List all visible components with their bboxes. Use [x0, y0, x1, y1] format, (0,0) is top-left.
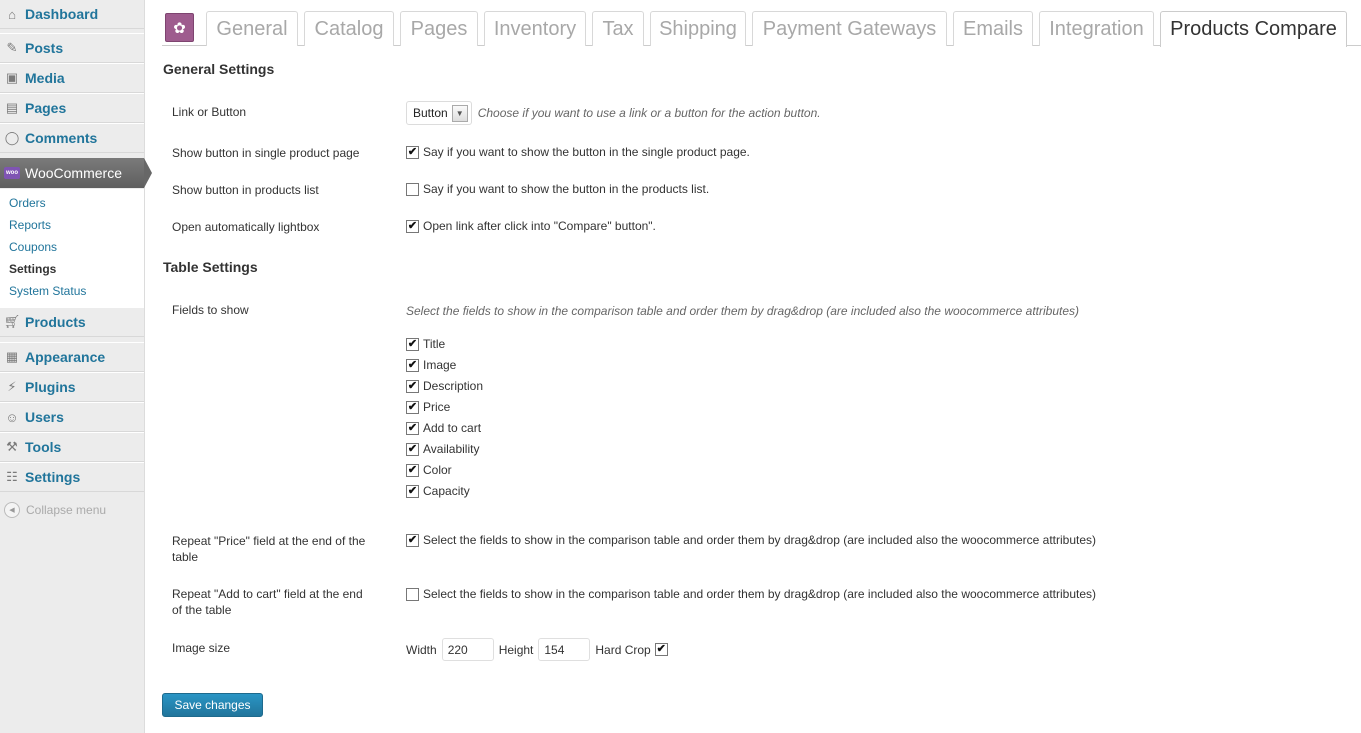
field-item-image[interactable]: ✔ Image [406, 358, 456, 372]
single-page-checkbox[interactable]: ✔ [406, 145, 419, 159]
tab-shipping[interactable]: Shipping [650, 11, 746, 46]
pin-icon: ✎ [6, 40, 18, 55]
chevron-down-icon: ▼ [451, 104, 468, 122]
field-capacity-checkbox[interactable]: ✔ [406, 484, 419, 498]
tab-payment-gateways[interactable]: Payment Gateways [752, 11, 947, 46]
field-description-checkbox[interactable]: ✔ [406, 379, 419, 393]
media-icon: ▣ [5, 70, 19, 85]
field-item-capacity[interactable]: ✔ Capacity [406, 484, 470, 498]
settings-icon: ☷ [6, 469, 18, 484]
field-price-checkbox[interactable]: ✔ [406, 400, 419, 414]
tab-catalog[interactable]: Catalog [304, 11, 394, 46]
submenu-orders[interactable]: Orders [9, 196, 46, 210]
submenu-system-status[interactable]: System Status [9, 284, 86, 298]
settings-tabs: ✿ General Catalog Pages Inventory Tax Sh… [162, 0, 1361, 47]
submenu-coupons[interactable]: Coupons [9, 240, 57, 254]
menu-posts[interactable]: ✎ Posts [0, 33, 144, 63]
field-image-checkbox[interactable]: ✔ [406, 358, 419, 372]
field-item-title[interactable]: ✔ Title [406, 337, 445, 351]
woocommerce-submenu: Orders Reports Coupons Settings System S… [0, 189, 144, 307]
single-page-description: Say if you want to show the button in th… [423, 145, 750, 159]
products-list-row: Say if you want to show the button in th… [406, 182, 709, 196]
menu-pages[interactable]: ▤ Pages [0, 93, 144, 123]
fields-to-show-description: Select the fields to show in the compari… [406, 304, 1080, 318]
field-add-to-cart-checkbox[interactable]: ✔ [406, 421, 419, 435]
field-item-description[interactable]: ✔ Description [406, 379, 483, 393]
field-availability-checkbox[interactable]: ✔ [406, 442, 419, 456]
field-item-price[interactable]: ✔ Price [406, 400, 450, 414]
cart-icon: 🛒︎ [3, 314, 21, 329]
repeat-cart-description: Select the fields to show in the compari… [423, 587, 1097, 601]
menu-settings[interactable]: ☷ Settings [0, 462, 144, 492]
comment-icon: ◯ [4, 130, 20, 145]
lightbox-description: Open link after click into "Compare" but… [423, 219, 656, 233]
image-height-input[interactable] [538, 638, 591, 661]
collapse-arrow-icon: ◀ [4, 502, 20, 518]
general-settings-heading: General Settings [163, 61, 275, 77]
woocommerce-gear-icon: ✿ [165, 13, 194, 42]
tab-general[interactable]: General [206, 11, 298, 46]
hard-crop-checkbox[interactable]: ✔ [654, 643, 668, 656]
link-or-button-description: Choose if you want to use a link or a bu… [477, 106, 821, 120]
submenu-reports[interactable]: Reports [9, 218, 51, 232]
image-width-input[interactable] [441, 638, 494, 661]
single-page-row: ✔ Say if you want to show the button in … [406, 145, 750, 159]
pages-icon: ▤ [5, 100, 19, 115]
tab-tax[interactable]: Tax [592, 11, 644, 46]
menu-tools[interactable]: ⚒︎ Tools [0, 432, 144, 462]
lightbox-checkbox[interactable]: ✔ [406, 219, 419, 233]
field-item-availability[interactable]: ✔ Availability [406, 442, 479, 456]
menu-users[interactable]: ☺︎ Users [0, 402, 144, 432]
field-item-color[interactable]: ✔ Color [406, 463, 452, 477]
admin-sidebar: ⌂ Dashboard ✎ Posts ▣ Media ▤ Pages ◯ Co… [0, 0, 152, 733]
users-icon: ☺︎ [5, 409, 19, 425]
link-or-button-row: Button ▼ Choose if you want to use a lin… [406, 101, 821, 125]
menu-appearance[interactable]: ▦ Appearance [0, 342, 144, 372]
single-page-label: Show button in single product page [172, 146, 360, 160]
repeat-price-label: Repeat "Price" field at the end of the t… [172, 534, 366, 564]
tab-integration[interactable]: Integration [1039, 11, 1154, 46]
repeat-price-row: ✔ Select the fields to show in the compa… [406, 533, 1096, 547]
submenu-settings[interactable]: Settings [9, 262, 56, 276]
field-item-add-to-cart[interactable]: ✔ Add to cart [406, 421, 481, 435]
repeat-price-description: Select the fields to show in the compari… [423, 533, 1097, 547]
tab-inventory[interactable]: Inventory [484, 11, 586, 46]
menu-media[interactable]: ▣ Media [0, 63, 144, 93]
menu-dashboard[interactable]: ⌂ Dashboard [0, 0, 144, 29]
woo-icon: woo [4, 167, 20, 179]
link-or-button-label: Link or Button [172, 105, 247, 119]
menu-plugins[interactable]: ⚡︎ Plugins [0, 372, 144, 402]
lightbox-label: Open automatically lightbox [172, 220, 320, 234]
tools-icon: ⚒︎ [6, 439, 18, 454]
tab-products-compare[interactable]: Products Compare [1160, 11, 1347, 47]
field-color-checkbox[interactable]: ✔ [406, 463, 419, 477]
repeat-cart-row: Select the fields to show in the compari… [406, 587, 1096, 601]
link-or-button-select[interactable]: Button ▼ [406, 101, 472, 125]
home-icon: ⌂ [8, 6, 16, 22]
appearance-icon: ▦ [5, 349, 19, 364]
menu-products[interactable]: 🛒︎ Products [0, 307, 144, 337]
tab-emails[interactable]: Emails [953, 11, 1033, 46]
products-list-checkbox[interactable] [406, 182, 419, 196]
menu-comments[interactable]: ◯ Comments [0, 123, 144, 153]
table-settings-heading: Table Settings [163, 259, 258, 275]
current-menu-arrow [144, 158, 152, 188]
products-list-label: Show button in products list [172, 183, 319, 197]
menu-woocommerce[interactable]: woo WooCommerce [0, 158, 152, 188]
repeat-cart-label: Repeat "Add to cart" field at the end of… [172, 587, 363, 617]
image-size-row: Width Height Hard Crop ✔ [406, 638, 672, 661]
field-title-checkbox[interactable]: ✔ [406, 337, 419, 351]
repeat-cart-checkbox[interactable] [406, 587, 419, 601]
lightbox-row: ✔ Open link after click into "Compare" b… [406, 219, 656, 233]
save-changes-button[interactable]: Save changes [162, 693, 263, 717]
collapse-menu-button[interactable]: ◀ Collapse menu [4, 502, 106, 518]
fields-to-show-label: Fields to show [172, 303, 249, 317]
products-list-description: Say if you want to show the button in th… [423, 182, 710, 196]
plug-icon: ⚡︎ [7, 379, 17, 394]
repeat-price-checkbox[interactable]: ✔ [406, 533, 419, 547]
tab-pages[interactable]: Pages [400, 11, 478, 46]
image-size-label: Image size [172, 641, 231, 655]
